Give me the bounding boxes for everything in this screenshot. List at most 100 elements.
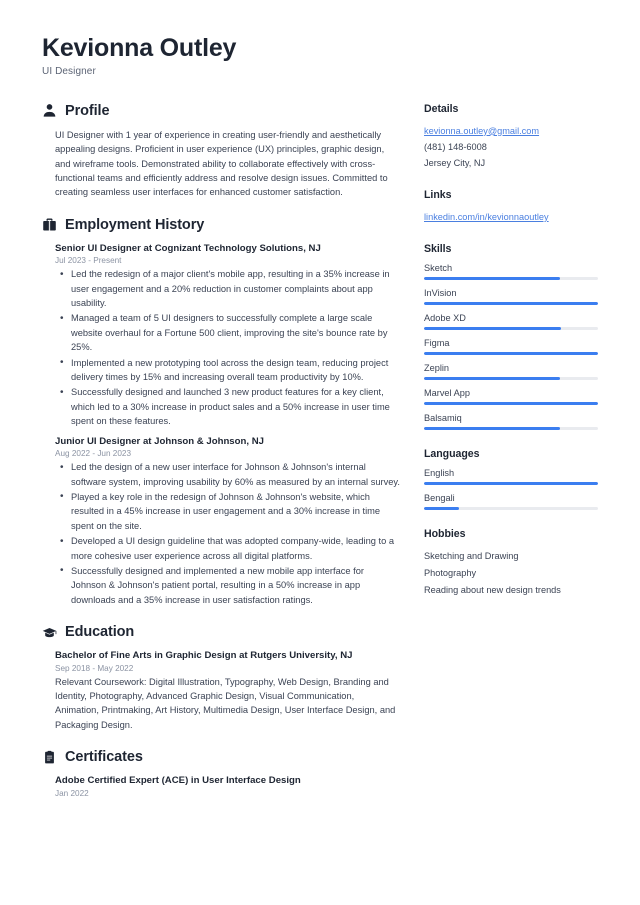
sidebar-block-skills: Skills Sketch InVision Adobe XD Figma Ze…	[424, 243, 598, 431]
skill-label: Sketch	[424, 263, 453, 274]
language-bar-fill	[424, 482, 598, 486]
graduation-cap-icon	[42, 625, 57, 640]
entry-date: Jan 2022	[55, 788, 89, 798]
sidebar-title: Links	[424, 189, 452, 202]
section-header: Certificates	[42, 749, 400, 765]
skill-bar-fill	[424, 352, 598, 356]
certificate-entry: Adobe Certified Expert (ACE) in User Int…	[55, 774, 400, 797]
list-item: Successfully designed and implemented a …	[55, 563, 400, 607]
skill-item: Adobe XD	[424, 313, 598, 331]
location-text: Jersey City, NJ	[424, 157, 486, 168]
email-link[interactable]: kevionna.outley@gmail.com	[424, 123, 598, 139]
skill-item: Marvel App	[424, 388, 598, 406]
entry-title: Senior UI Designer at Cognizant Technolo…	[55, 242, 321, 254]
entry-title: Adobe Certified Expert (ACE) in User Int…	[55, 775, 301, 787]
sidebar-title: Hobbies	[424, 528, 466, 541]
employment-entry: Junior UI Designer at Johnson & Johnson,…	[55, 435, 400, 607]
sidebar-title: Details	[424, 102, 459, 115]
resume-body: Profile UI Designer with 1 year of exper…	[42, 103, 598, 815]
section-header: Education	[42, 624, 400, 640]
skill-bar-track	[424, 427, 598, 431]
section-header: Profile	[42, 103, 400, 119]
list-item: Developed a UI design guideline that was…	[55, 534, 400, 563]
profile-text: UI Designer with 1 year of experience in…	[55, 129, 388, 198]
education-entry: Bachelor of Fine Arts in Graphic Design …	[55, 649, 400, 732]
section-title: Education	[65, 624, 135, 641]
entry-date: Aug 2022 - Jun 2023	[55, 449, 132, 459]
skill-bar-track	[424, 277, 598, 281]
resume-page: Kevionna Outley UI Designer Profile UI D…	[0, 0, 640, 905]
entry-bullets: Led the design of a new user interface f…	[55, 460, 400, 607]
sidebar-block-details: Details kevionna.outley@gmail.com (481) …	[424, 103, 598, 171]
resume-header: Kevionna Outley UI Designer	[42, 34, 598, 77]
sidebar-block-languages: Languages English Bengali	[424, 448, 598, 511]
language-bar-track	[424, 507, 598, 511]
skill-bar-fill	[424, 377, 560, 381]
skill-label: Adobe XD	[424, 313, 466, 324]
language-label: Bengali	[424, 493, 455, 504]
section-header: Employment History	[42, 217, 400, 233]
section-body: Bachelor of Fine Arts in Graphic Design …	[42, 649, 400, 732]
skill-item: InVision	[424, 288, 598, 306]
section-title: Certificates	[65, 749, 143, 766]
entry-date: Sep 2018 - May 2022	[55, 663, 134, 673]
skill-item: Zeplin	[424, 363, 598, 381]
skill-bar-fill	[424, 302, 598, 306]
sidebar-block-links: Links linkedin.com/in/kevionnaoutley	[424, 189, 598, 225]
skill-label: InVision	[424, 288, 457, 299]
certificate-icon	[42, 750, 57, 765]
skill-label: Marvel App	[424, 388, 470, 399]
section-body: Adobe Certified Expert (ACE) in User Int…	[42, 774, 400, 797]
section-body: UI Designer with 1 year of experience in…	[42, 128, 400, 200]
hobby-item: Photography	[424, 568, 477, 579]
linkedin-link[interactable]: linkedin.com/in/kevionnaoutley	[424, 209, 598, 225]
page-title: Kevionna Outley	[42, 34, 237, 62]
section-profile: Profile UI Designer with 1 year of exper…	[42, 103, 400, 200]
language-label: English	[424, 468, 455, 479]
skill-label: Zeplin	[424, 363, 450, 374]
skill-item: Figma	[424, 338, 598, 356]
employment-entry: Senior UI Designer at Cognizant Technolo…	[55, 242, 400, 429]
section-title: Profile	[65, 102, 110, 119]
list-item: Led the design of a new user interface f…	[55, 460, 400, 489]
entry-title: Bachelor of Fine Arts in Graphic Design …	[55, 650, 353, 662]
skill-item: Sketch	[424, 263, 598, 281]
skill-bar-track	[424, 302, 598, 306]
hobby-item: Reading about new design trends	[424, 585, 561, 596]
sidebar: Details kevionna.outley@gmail.com (481) …	[414, 103, 598, 617]
language-item: English	[424, 468, 598, 486]
skill-label: Balsamiq	[424, 413, 462, 424]
list-item: Implemented a new prototyping tool acros…	[55, 355, 400, 385]
skill-item: Balsamiq	[424, 413, 598, 431]
section-title: Employment History	[65, 216, 205, 233]
skill-bar-fill	[424, 277, 560, 281]
main-column: Profile UI Designer with 1 year of exper…	[42, 103, 414, 815]
entry-date: Jul 2023 - Present	[55, 256, 122, 266]
language-bar-fill	[424, 507, 459, 511]
list-item: Played a key role in the redesign of Joh…	[55, 489, 400, 533]
phone-text: (481) 148-6008	[424, 141, 487, 152]
skill-bar-track	[424, 352, 598, 356]
sidebar-block-hobbies: Hobbies Sketching and Drawing Photograph…	[424, 528, 598, 599]
sidebar-title: Languages	[424, 448, 480, 461]
skill-bar-track	[424, 377, 598, 381]
skill-bar-fill	[424, 327, 562, 331]
skill-bar-track	[424, 327, 598, 331]
section-body: Senior UI Designer at Cognizant Technolo…	[42, 242, 400, 607]
job-title: UI Designer	[42, 65, 96, 77]
language-bar-track	[424, 482, 598, 486]
entry-bullets: Led the redesign of a major client's mob…	[55, 267, 400, 428]
skill-bar-fill	[424, 427, 560, 431]
list-item: Led the redesign of a major client's mob…	[55, 267, 400, 310]
list-item: Managed a team of 5 UI designers to succ…	[55, 311, 400, 354]
sidebar-title: Skills	[424, 243, 452, 256]
language-item: Bengali	[424, 493, 598, 511]
entry-description: Relevant Coursework: Digital Illustratio…	[55, 676, 396, 730]
entry-title: Junior UI Designer at Johnson & Johnson,…	[55, 435, 264, 447]
skill-label: Figma	[424, 338, 450, 349]
section-certificates: Certificates Adobe Certified Expert (ACE…	[42, 749, 400, 798]
skill-bar-track	[424, 402, 598, 406]
person-icon	[42, 103, 57, 118]
skill-bar-fill	[424, 402, 598, 406]
section-education: Education Bachelor of Fine Arts in Graph…	[42, 624, 400, 732]
